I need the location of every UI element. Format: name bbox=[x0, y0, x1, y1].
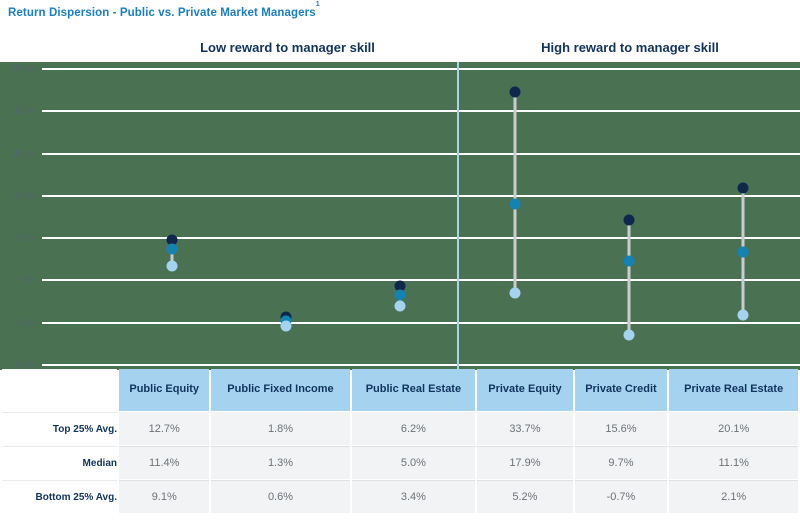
range-stem bbox=[627, 219, 631, 335]
chart-root: Return Dispersion - Public vs. Private M… bbox=[0, 0, 800, 522]
table-cell: 12.7% bbox=[119, 412, 210, 445]
table-cell: 11.4% bbox=[119, 446, 210, 479]
data-point-marker[interactable] bbox=[509, 86, 521, 98]
y-axis-tick-label: 13.0% bbox=[13, 233, 36, 243]
table-cell: 1.8% bbox=[211, 412, 350, 445]
table-row: Bottom 25% Avg. 9.1% 0.6% 3.4% 5.2% -0.7% 2.1% bbox=[2, 480, 798, 513]
table-cell: 1.3% bbox=[211, 446, 350, 479]
table-row: Median 11.4% 1.3% 5.0% 17.9% 9.7% 11.1% bbox=[2, 446, 798, 479]
gridline bbox=[42, 152, 800, 155]
table-row-label: Top 25% Avg. bbox=[2, 412, 117, 445]
table-cell: 5.2% bbox=[477, 480, 573, 513]
gridline bbox=[42, 110, 800, 113]
y-axis-tick-label: 7.0% bbox=[17, 275, 36, 285]
table-cell: 11.1% bbox=[669, 446, 798, 479]
table-cell: 17.9% bbox=[477, 446, 573, 479]
data-table: Public Equity Public Fixed Income Public R… bbox=[0, 368, 800, 514]
title-footnote-marker: 1 bbox=[315, 1, 320, 8]
gridline bbox=[42, 279, 800, 282]
data-point-marker[interactable] bbox=[737, 182, 749, 194]
table-column-header: Private Equity bbox=[477, 369, 573, 411]
gridline bbox=[42, 237, 800, 240]
data-point-marker[interactable] bbox=[394, 300, 406, 312]
table-body: Top 25% Avg. 12.7% 1.8% 6.2% 33.7% 15.6% 20.1%… bbox=[2, 412, 798, 513]
table-cell: 33.7% bbox=[477, 412, 573, 445]
data-point-marker[interactable] bbox=[737, 246, 749, 258]
table-column-header: Public Equity bbox=[119, 369, 210, 411]
table-cell: 0.6% bbox=[211, 480, 350, 513]
gridline bbox=[42, 364, 800, 366]
y-axis-tick-label: 1.0% bbox=[17, 318, 36, 328]
data-point-marker[interactable] bbox=[394, 289, 406, 301]
plot-area: 37.0% 31.0% 25.0% 19.0% 13.0% 7.0% 1.0% -5.0% bbox=[0, 62, 800, 370]
y-axis-tick-label: 37.0% bbox=[13, 64, 36, 74]
data-point-marker[interactable] bbox=[280, 320, 292, 332]
data-point-marker[interactable] bbox=[623, 214, 635, 226]
table-header-row: Public Equity Public Fixed Income Public R… bbox=[2, 369, 798, 411]
gridline bbox=[42, 194, 800, 197]
table-column-header: Public Fixed Income bbox=[211, 369, 350, 411]
table-row-label: Bottom 25% Avg. bbox=[2, 480, 117, 513]
data-point-marker[interactable] bbox=[166, 243, 178, 255]
table-cell: 9.1% bbox=[119, 480, 210, 513]
table-cell: 15.6% bbox=[574, 412, 668, 445]
plot-background bbox=[0, 62, 800, 370]
data-point-marker[interactable] bbox=[509, 198, 521, 210]
public-private-divider bbox=[456, 62, 459, 370]
table-cell: 3.4% bbox=[351, 480, 476, 513]
data-point-marker[interactable] bbox=[623, 329, 635, 341]
section-header-high-reward: High reward to manager skill bbox=[541, 40, 719, 55]
table-column-header: Public Real Estate bbox=[351, 369, 476, 411]
data-point-marker[interactable] bbox=[166, 260, 178, 272]
y-axis-tick-label: 31.0% bbox=[13, 106, 36, 116]
data-point-marker[interactable] bbox=[509, 287, 521, 299]
table-row-label: Median bbox=[2, 446, 117, 479]
table-row: Top 25% Avg. 12.7% 1.8% 6.2% 33.7% 15.6% 20.1% bbox=[2, 412, 798, 445]
gridline bbox=[42, 321, 800, 324]
chart-title-text: Return Dispersion - Public vs. Private M… bbox=[8, 6, 316, 19]
table-cell: -0.7% bbox=[574, 480, 668, 513]
range-stem bbox=[513, 92, 517, 294]
table-column-header: Private Credit bbox=[574, 369, 668, 411]
table-cell: 2.1% bbox=[669, 480, 798, 513]
table-cell: 20.1% bbox=[669, 412, 798, 445]
table-cell: 6.2% bbox=[351, 412, 476, 445]
data-point-marker[interactable] bbox=[623, 255, 635, 267]
page-title: Return Dispersion - Public vs. Private M… bbox=[8, 1, 320, 19]
data-point-marker[interactable] bbox=[737, 309, 749, 321]
gridline bbox=[42, 68, 800, 70]
table-cell: 5.0% bbox=[351, 446, 476, 479]
table-cell: 9.7% bbox=[574, 446, 668, 479]
table-column-header: Private Real Estate bbox=[669, 369, 798, 411]
table-corner-spacer bbox=[2, 369, 117, 411]
y-axis-tick-label: 25.0% bbox=[13, 149, 36, 159]
y-axis-tick-label: 19.0% bbox=[13, 191, 36, 201]
table-head: Public Equity Public Fixed Income Public R… bbox=[2, 369, 798, 411]
section-header-low-reward: Low reward to manager skill bbox=[200, 40, 375, 55]
